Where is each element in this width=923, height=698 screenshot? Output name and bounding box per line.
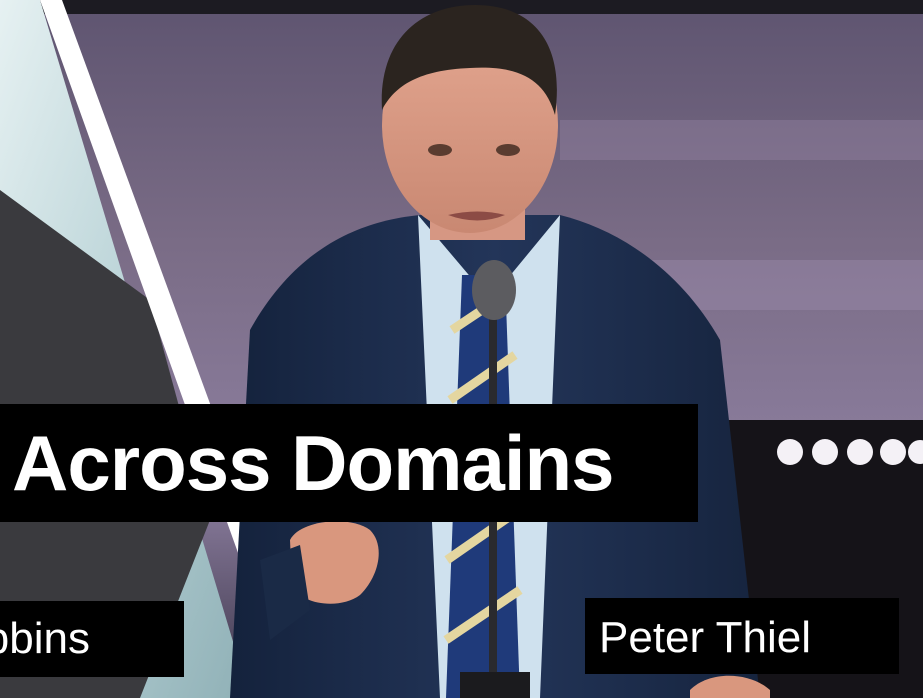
title-banner: Across Domains: [0, 404, 698, 522]
title-text: Across Domains: [12, 419, 615, 507]
thumbnail-scene: Across Domains Tony Robbins Peter Thiel: [0, 0, 923, 698]
caption-left: Tony Robbins: [0, 601, 184, 677]
speaker-photo: [0, 0, 923, 698]
caption-right-name: Peter Thiel: [599, 613, 811, 662]
caption-right: Peter Thiel: [585, 598, 899, 674]
caption-left-name: Tony Robbins: [0, 614, 90, 663]
